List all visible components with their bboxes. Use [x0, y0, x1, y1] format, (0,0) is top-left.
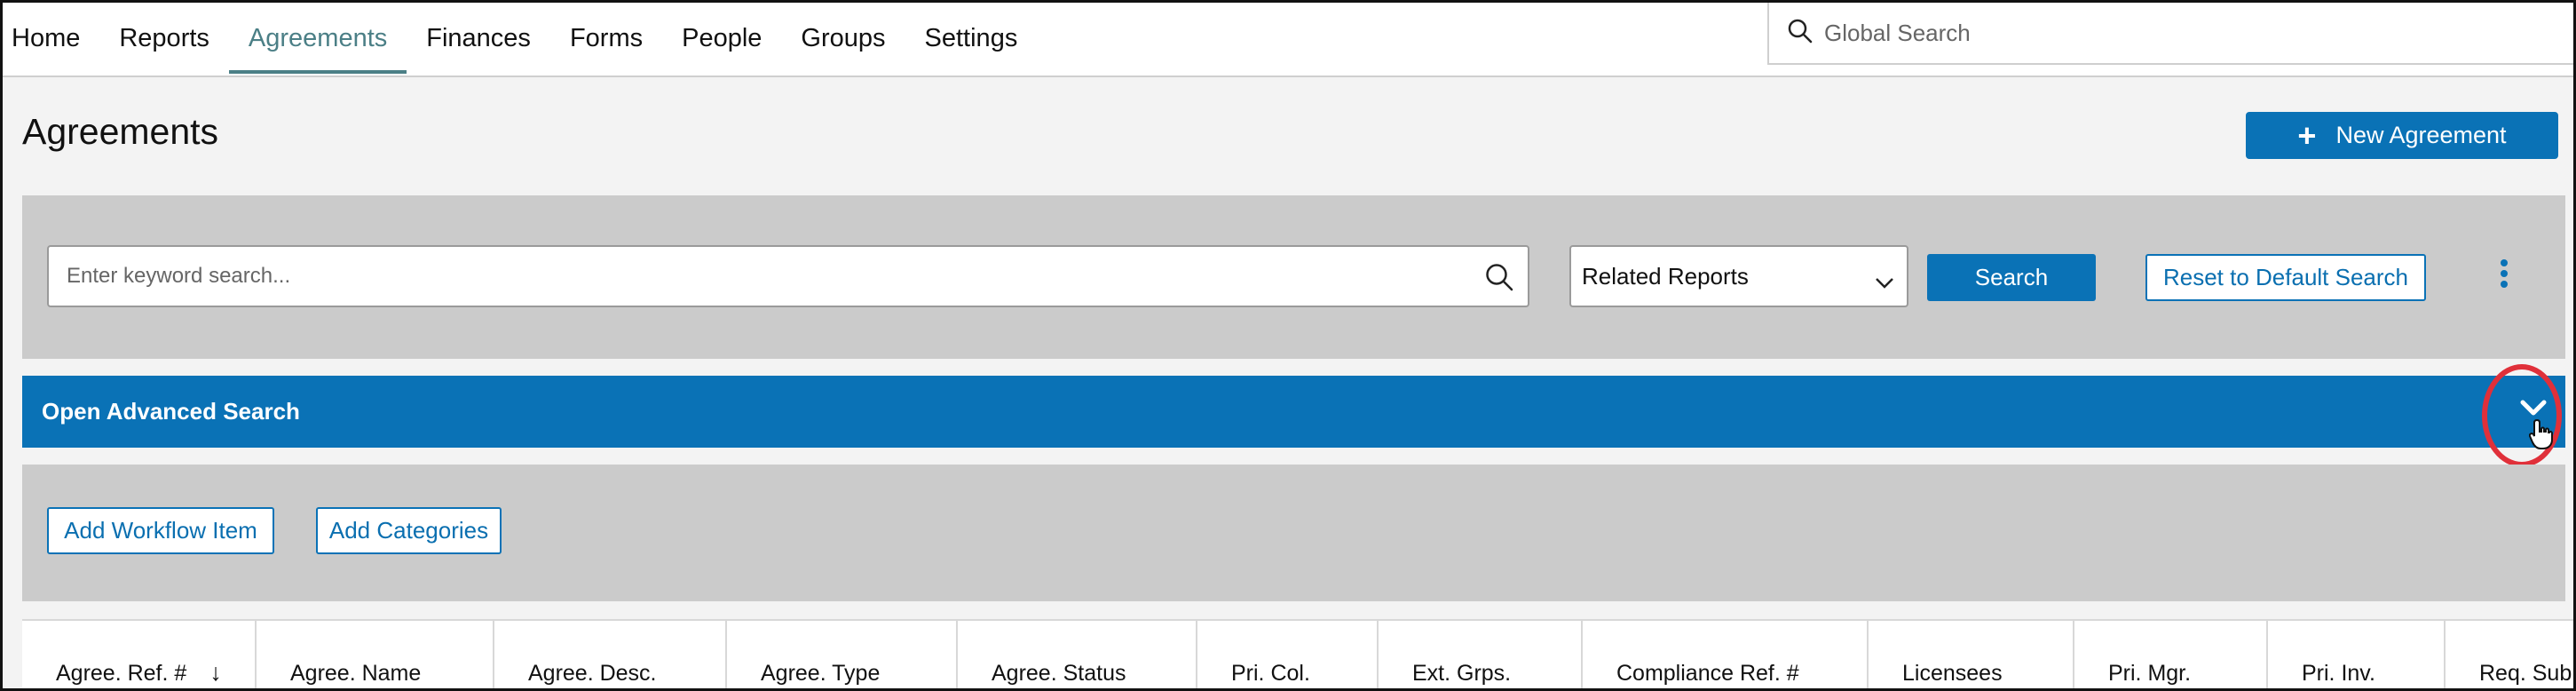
add-categories-button[interactable]: Add Categories — [316, 507, 502, 554]
column-header-pri-mgr[interactable]: Pri. Mgr. — [2074, 621, 2268, 688]
app-window: Home Reports Agreements Finances Forms P… — [0, 0, 2576, 691]
column-header-compliance-ref[interactable]: Compliance Ref. # — [1583, 621, 1869, 688]
column-header-agree-name[interactable]: Agree. Name — [257, 621, 494, 688]
top-navigation: Home Reports Agreements Finances Forms P… — [3, 3, 2573, 77]
nav-item-agreements[interactable]: Agreements — [228, 3, 407, 74]
reset-default-search-button[interactable]: Reset to Default Search — [2145, 254, 2426, 301]
search-button[interactable]: Search — [1927, 254, 2096, 301]
page-title: Agreements — [22, 111, 219, 152]
nav-items: Home Reports Agreements Finances Forms P… — [8, 3, 1037, 77]
keyword-search-input[interactable] — [67, 264, 1451, 289]
keyword-search-box — [47, 245, 1529, 307]
search-panel: Related Reports Search Reset to Default … — [22, 195, 2565, 359]
sort-down-icon: ↓ — [209, 659, 222, 686]
new-agreement-label: New Agreement — [2335, 122, 2507, 148]
plus-icon: + — [2297, 116, 2317, 154]
add-workflow-item-button[interactable]: Add Workflow Item — [47, 507, 274, 554]
nav-item-finances[interactable]: Finances — [407, 3, 550, 74]
column-header-pri-inv[interactable]: Pri. Inv. — [2268, 621, 2446, 688]
column-header-req-subm[interactable]: Req. Subm — [2446, 621, 2573, 688]
column-header-agree-desc[interactable]: Agree. Desc. — [494, 621, 727, 688]
column-header-pri-col[interactable]: Pri. Col. — [1197, 621, 1379, 688]
nav-item-people[interactable]: People — [662, 3, 781, 74]
action-panel: Add Workflow Item Add Categories — [22, 465, 2565, 601]
nav-item-home[interactable]: Home — [8, 3, 99, 74]
advanced-search-label: Open Advanced Search — [42, 398, 300, 425]
column-header-agree-type[interactable]: Agree. Type — [727, 621, 958, 688]
search-icon — [1787, 18, 1813, 49]
new-agreement-button[interactable]: + New Agreement — [2246, 112, 2558, 159]
chevron-down-icon — [1875, 268, 1894, 296]
nav-item-settings[interactable]: Settings — [905, 3, 1038, 74]
nav-item-groups[interactable]: Groups — [781, 3, 905, 74]
column-header-agree-status[interactable]: Agree. Status — [958, 621, 1197, 688]
hand-cursor-icon — [2528, 418, 2554, 455]
more-options-icon[interactable] — [2498, 259, 2510, 295]
nav-item-forms[interactable]: Forms — [550, 3, 662, 74]
global-search-input[interactable] — [1824, 19, 2534, 47]
search-icon[interactable] — [1483, 261, 1515, 298]
table-header: Agree. Ref. # ↓ Agree. Name Agree. Desc.… — [22, 619, 2573, 688]
nav-item-reports[interactable]: Reports — [99, 3, 229, 74]
related-reports-select[interactable]: Related Reports — [1569, 245, 1908, 307]
related-reports-value: Related Reports — [1582, 262, 1749, 290]
global-search — [1767, 3, 2573, 65]
open-advanced-search-bar[interactable]: Open Advanced Search — [22, 376, 2565, 448]
column-header-agree-ref[interactable]: Agree. Ref. # ↓ — [22, 621, 257, 688]
column-header-ext-grps[interactable]: Ext. Grps. — [1379, 621, 1583, 688]
column-header-licensees[interactable]: Licensees — [1869, 621, 2074, 688]
